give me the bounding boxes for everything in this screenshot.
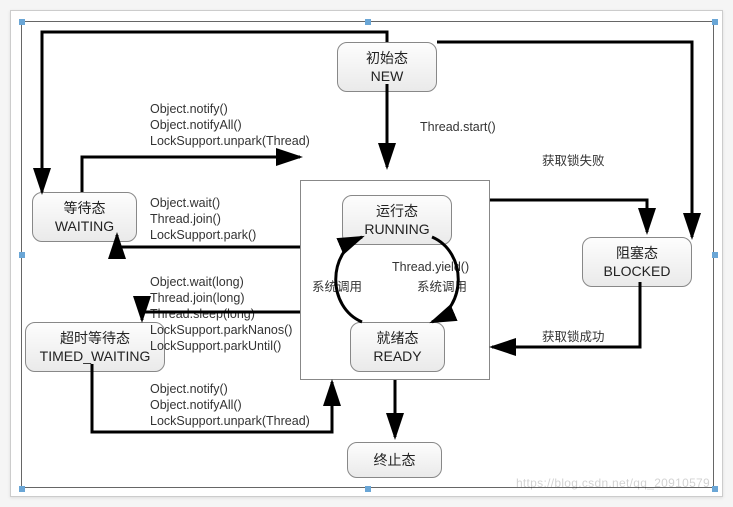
state-ready-en: READY <box>361 347 434 365</box>
label-lock-ok: 获取锁成功 <box>542 326 605 345</box>
state-new-cn: 初始态 <box>348 49 426 67</box>
state-running-cn: 运行态 <box>353 202 441 220</box>
state-waiting-en: WAITING <box>43 217 126 235</box>
label-syscall: 系统调用 <box>312 276 362 295</box>
handle-icon <box>712 252 718 258</box>
state-blocked-cn: 阻塞态 <box>593 244 681 262</box>
label-twait1: Object.wait(long) <box>150 275 244 289</box>
label-twait2: Thread.join(long) <box>150 291 245 305</box>
handle-icon <box>19 19 25 25</box>
label-tnotify2: Object.notifyAll() <box>150 398 242 412</box>
state-timed-waiting: 超时等待态 TIMED_WAITING <box>25 322 165 372</box>
label-thread-start: Thread.start() <box>420 120 496 134</box>
diagram-frame: 初始态 NEW 运行态 RUNNING 就绪态 READY 等待态 WAITIN… <box>21 21 714 488</box>
label-wait2: Thread.join() <box>150 212 221 226</box>
handle-icon <box>365 486 371 492</box>
state-new: 初始态 NEW <box>337 42 437 92</box>
label-tnotify3: LockSupport.unpark(Thread) <box>150 414 310 428</box>
label-twait4: LockSupport.parkNanos() <box>150 323 292 337</box>
state-ready-cn: 就绪态 <box>361 329 434 347</box>
state-ready: 就绪态 READY <box>350 322 445 372</box>
handle-icon <box>712 19 718 25</box>
handle-icon <box>365 19 371 25</box>
state-terminated-cn: 终止态 <box>358 451 431 469</box>
label-wait1: Object.wait() <box>150 196 220 210</box>
state-running: 运行态 RUNNING <box>342 195 452 245</box>
handle-icon <box>19 486 25 492</box>
label-tnotify1: Object.notify() <box>150 382 228 396</box>
label-yield2: 系统调用 <box>417 276 467 295</box>
label-notify3: LockSupport.unpark(Thread) <box>150 134 310 148</box>
label-notify2: Object.notifyAll() <box>150 118 242 132</box>
outer-frame: 初始态 NEW 运行态 RUNNING 就绪态 READY 等待态 WAITIN… <box>10 10 723 497</box>
handle-icon <box>19 252 25 258</box>
label-twait5: LockSupport.parkUntil() <box>150 339 281 353</box>
handle-icon <box>712 486 718 492</box>
label-lock-fail: 获取锁失败 <box>542 150 605 169</box>
state-timed-waiting-cn: 超时等待态 <box>36 329 154 347</box>
label-notify1: Object.notify() <box>150 102 228 116</box>
label-twait3: Thread.sleep(long) <box>150 307 255 321</box>
label-wait3: LockSupport.park() <box>150 228 256 242</box>
state-terminated: 终止态 <box>347 442 442 478</box>
state-running-en: RUNNING <box>353 220 441 238</box>
state-timed-waiting-en: TIMED_WAITING <box>36 347 154 365</box>
state-blocked: 阻塞态 BLOCKED <box>582 237 692 287</box>
state-blocked-en: BLOCKED <box>593 262 681 280</box>
state-new-en: NEW <box>348 67 426 85</box>
watermark: https://blog.csdn.net/qq_20910579 <box>516 476 710 490</box>
label-yield1: Thread.yield() <box>392 260 469 274</box>
state-waiting: 等待态 WAITING <box>32 192 137 242</box>
state-waiting-cn: 等待态 <box>43 199 126 217</box>
